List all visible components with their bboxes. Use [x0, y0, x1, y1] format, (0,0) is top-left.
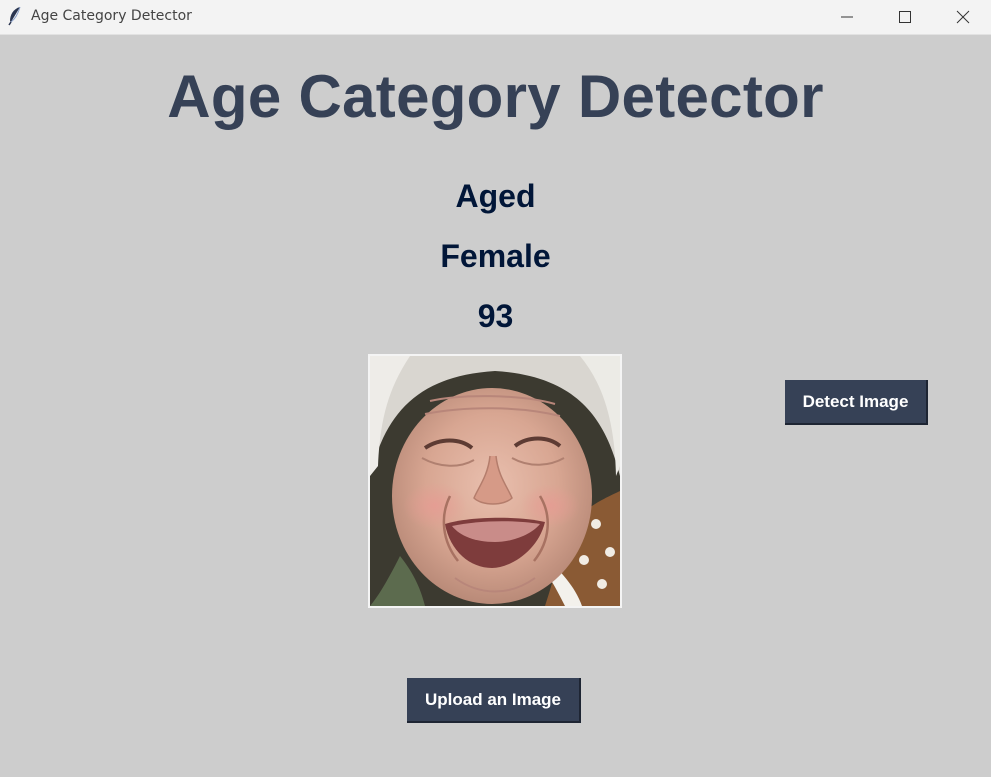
- window-title: Age Category Detector: [31, 8, 192, 24]
- window-titlebar: Age Category Detector: [0, 0, 991, 35]
- maximize-button[interactable]: [876, 0, 934, 34]
- feather-icon: [7, 6, 23, 26]
- age-value-label: 93: [477, 298, 514, 334]
- uploaded-image: [368, 354, 622, 608]
- close-button[interactable]: [934, 0, 991, 34]
- close-icon: [956, 10, 970, 24]
- gender-label: Female: [440, 238, 551, 274]
- page-title: Age Category Detector: [167, 63, 824, 130]
- minimize-icon: [841, 16, 853, 18]
- minimize-button[interactable]: [818, 0, 876, 34]
- detect-image-button[interactable]: Detect Image: [785, 380, 928, 425]
- upload-image-button[interactable]: Upload an Image: [407, 678, 581, 723]
- maximize-icon: [899, 11, 911, 23]
- age-category-label: Aged: [455, 178, 536, 214]
